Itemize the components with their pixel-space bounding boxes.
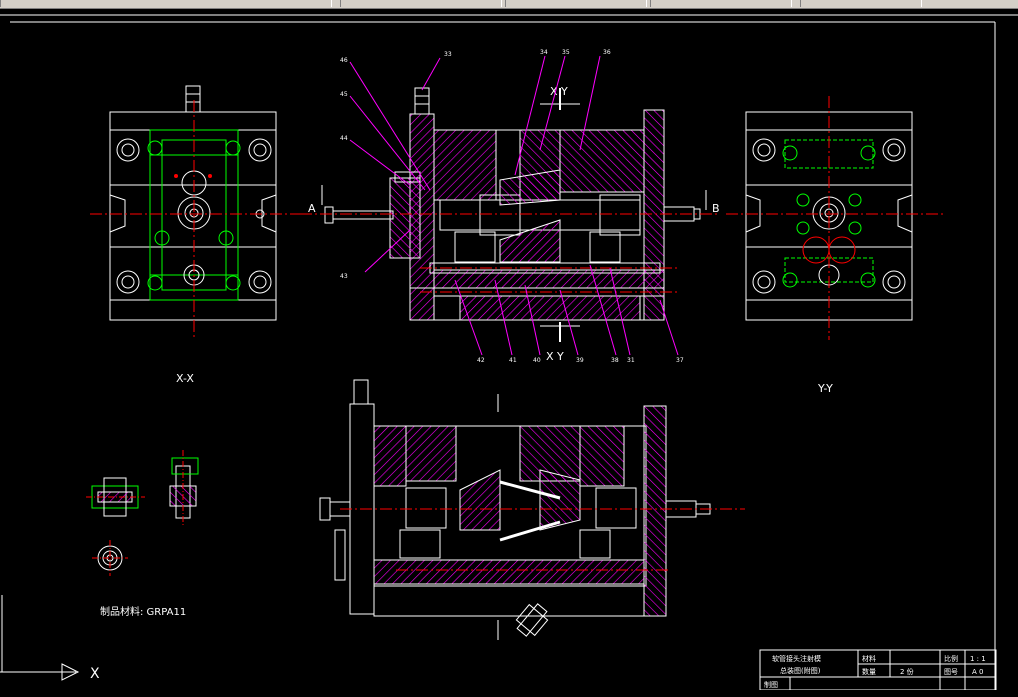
- title-line-1: 软管接头注射模: [772, 654, 821, 663]
- section-label-bottom: X Y: [546, 350, 564, 363]
- part-detail-views: [86, 450, 199, 576]
- main-section-view: [300, 87, 720, 342]
- view-label-xx: X-X: [176, 372, 194, 385]
- ucs-axis-label: X: [90, 666, 100, 682]
- balloon-37: 37: [676, 357, 684, 364]
- balloon-43: 43: [340, 273, 348, 280]
- balloon-33: 33: [444, 51, 452, 58]
- balloon-38: 38: [611, 357, 619, 364]
- document-tab-2[interactable]: [505, 0, 647, 7]
- toolbar-icons[interactable]: [0, 0, 332, 7]
- balloon-42: 42: [477, 357, 485, 364]
- balloon-31: 31: [627, 357, 635, 364]
- section-label-top: X Y: [550, 85, 568, 98]
- ucs-icon[interactable]: [0, 595, 80, 681]
- balloon-36: 36: [603, 49, 611, 56]
- qty-label: 数量: [862, 667, 876, 676]
- balloon-46: 46: [340, 57, 348, 64]
- balloon-41: 41: [509, 357, 517, 364]
- balloon-44: 44: [340, 135, 348, 142]
- material-note: 制品材料: GRPA11: [100, 605, 186, 618]
- balloon-35: 35: [562, 49, 570, 56]
- title-line-2: 总装图(附图): [780, 666, 821, 675]
- qty-value: 2 份: [900, 667, 914, 676]
- material-label: 材料: [862, 654, 876, 663]
- view-yy: [726, 96, 945, 340]
- balloon-39: 39: [576, 357, 584, 364]
- command-line-strip[interactable]: [0, 690, 200, 697]
- drawing-frame: [0, 14, 1018, 690]
- drawn-label: 制图: [764, 680, 778, 689]
- view-xx: [90, 85, 300, 340]
- drawing-no-value: A 0: [972, 668, 983, 676]
- scale-value: 1 : 1: [970, 655, 986, 663]
- document-tab-3[interactable]: [650, 0, 792, 7]
- view-label-yy: Y-Y: [817, 382, 833, 395]
- section-arrow-a: A: [308, 202, 316, 215]
- document-tab-4[interactable]: [800, 0, 922, 7]
- balloon-40: 40: [533, 357, 541, 364]
- lower-section-view: [319, 379, 745, 640]
- document-tab-1[interactable]: [340, 0, 502, 7]
- balloon-45: 45: [340, 91, 348, 98]
- toolbar-strip: [0, 0, 1018, 9]
- drawing-no-label: 图号: [944, 668, 958, 676]
- drawing-canvas[interactable]: X-X X Y X Y A B 46 45 44 33 34 35 36 43 …: [0, 9, 1018, 690]
- section-arrow-b: B: [712, 202, 720, 215]
- balloon-34: 34: [540, 49, 548, 56]
- scale-label: 比例: [944, 654, 958, 663]
